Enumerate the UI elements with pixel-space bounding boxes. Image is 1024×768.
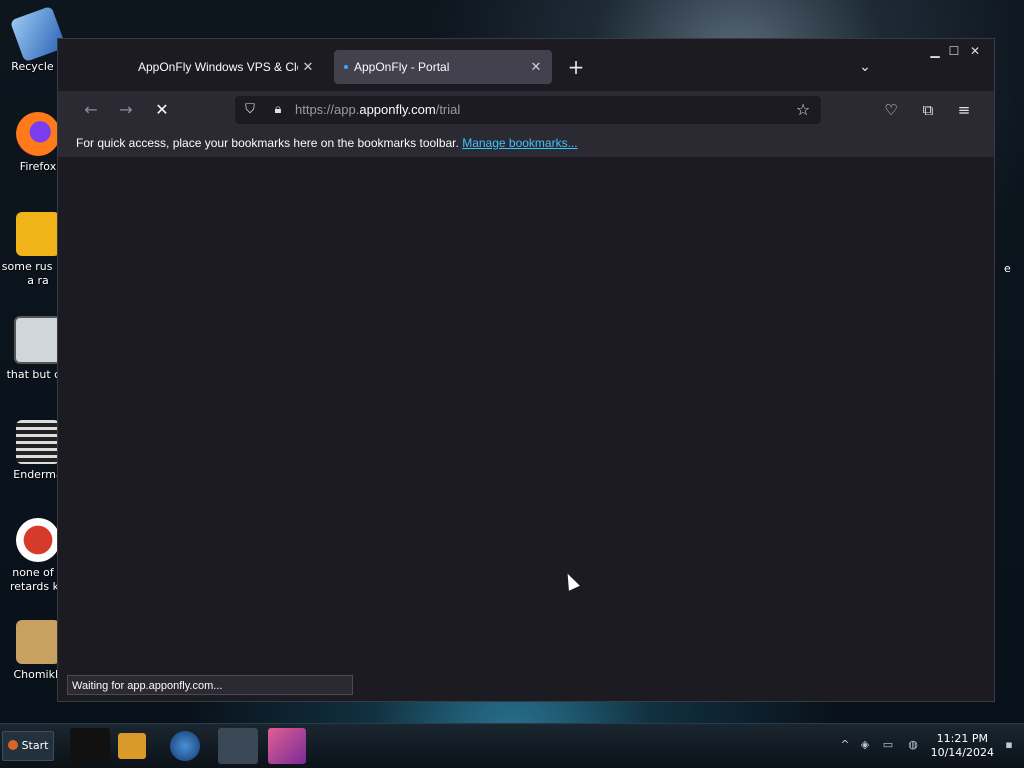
close-tab-icon[interactable]: ✕ bbox=[526, 60, 546, 75]
tracking-protection-shield-icon[interactable]: ⛉ bbox=[240, 100, 260, 120]
list-tabs-button[interactable]: ⌄ bbox=[855, 55, 875, 79]
close-window-button[interactable]: ✕ bbox=[966, 43, 984, 59]
start-orb-icon bbox=[7, 740, 18, 750]
clock[interactable]: 11:21 PM 10/14/2024 bbox=[931, 732, 994, 760]
manage-bookmarks-link[interactable]: Manage bookmarks... bbox=[462, 136, 577, 150]
hamster-icon bbox=[16, 620, 60, 664]
start-button[interactable]: Start bbox=[2, 731, 54, 761]
taskbar: Start ^ ◈ ▭ ◍ 11:21 PM 10/14/2024 ▪ bbox=[0, 723, 1024, 768]
status-panel: Waiting for app.apponfly.com... bbox=[67, 675, 353, 695]
taskbar-app-firefox[interactable] bbox=[218, 728, 258, 764]
back-button[interactable]: ← bbox=[79, 99, 103, 121]
bookmarks-toolbar: For quick access, place your bookmarks h… bbox=[58, 129, 994, 157]
pocket-icon[interactable]: ♡ bbox=[879, 99, 903, 121]
navigation-toolbar: ← → ✕ ⛉ 🔒︎ https://app.apponfly.com/tria… bbox=[58, 91, 994, 129]
close-tab-icon[interactable]: ✕ bbox=[298, 60, 318, 75]
tab-bar: AppOnFly Windows VPS & Clou ✕ AppOnFly -… bbox=[58, 39, 994, 91]
tray-expand-icon[interactable]: ^ bbox=[838, 738, 852, 752]
show-desktop-icon[interactable]: ▪ bbox=[1002, 738, 1016, 752]
stack-icon bbox=[14, 316, 62, 364]
dino-icon bbox=[16, 518, 60, 562]
tray-globe-icon[interactable]: ◍ bbox=[906, 738, 920, 752]
taskbar-app-media[interactable] bbox=[118, 733, 146, 759]
menu-icon[interactable]: ≡ bbox=[952, 99, 976, 121]
list-icon bbox=[16, 420, 60, 464]
tray-security-icon[interactable]: ◈ bbox=[858, 738, 872, 752]
tab-apponfly-portal[interactable]: AppOnFly - Portal ✕ bbox=[334, 50, 552, 84]
app-icon bbox=[16, 212, 60, 256]
extensions-icon[interactable]: ⧉ bbox=[916, 99, 940, 121]
url-text[interactable]: https://app.apponfly.com/trial bbox=[295, 102, 460, 117]
page-content: Waiting for app.apponfly.com... bbox=[58, 157, 994, 701]
taskbar-app-console[interactable] bbox=[70, 728, 110, 764]
taskbar-app-display[interactable] bbox=[268, 728, 306, 764]
taskbar-app-globe[interactable] bbox=[170, 731, 200, 761]
bookmark-star-icon[interactable]: ☆ bbox=[793, 100, 813, 120]
url-bar[interactable]: ⛉ 🔒︎ https://app.apponfly.com/trial ☆ bbox=[235, 96, 821, 124]
minimize-button[interactable]: ▁ bbox=[926, 43, 944, 59]
stop-loading-button[interactable]: ✕ bbox=[150, 99, 174, 121]
new-tab-button[interactable]: + bbox=[564, 55, 588, 79]
forward-button[interactable]: → bbox=[114, 99, 138, 121]
lock-icon[interactable]: 🔒︎ bbox=[268, 100, 288, 120]
tray-network-icon[interactable]: ▭ bbox=[881, 738, 895, 752]
maximize-button[interactable]: ☐ bbox=[945, 43, 963, 59]
desktop-label-fragment: e bbox=[1004, 262, 1011, 275]
browser-window: AppOnFly Windows VPS & Clou ✕ AppOnFly -… bbox=[57, 38, 995, 702]
firefox-icon bbox=[16, 112, 60, 156]
loading-dot-icon bbox=[344, 65, 348, 69]
tab-apponfly-vps[interactable]: AppOnFly Windows VPS & Clou ✕ bbox=[128, 50, 324, 84]
